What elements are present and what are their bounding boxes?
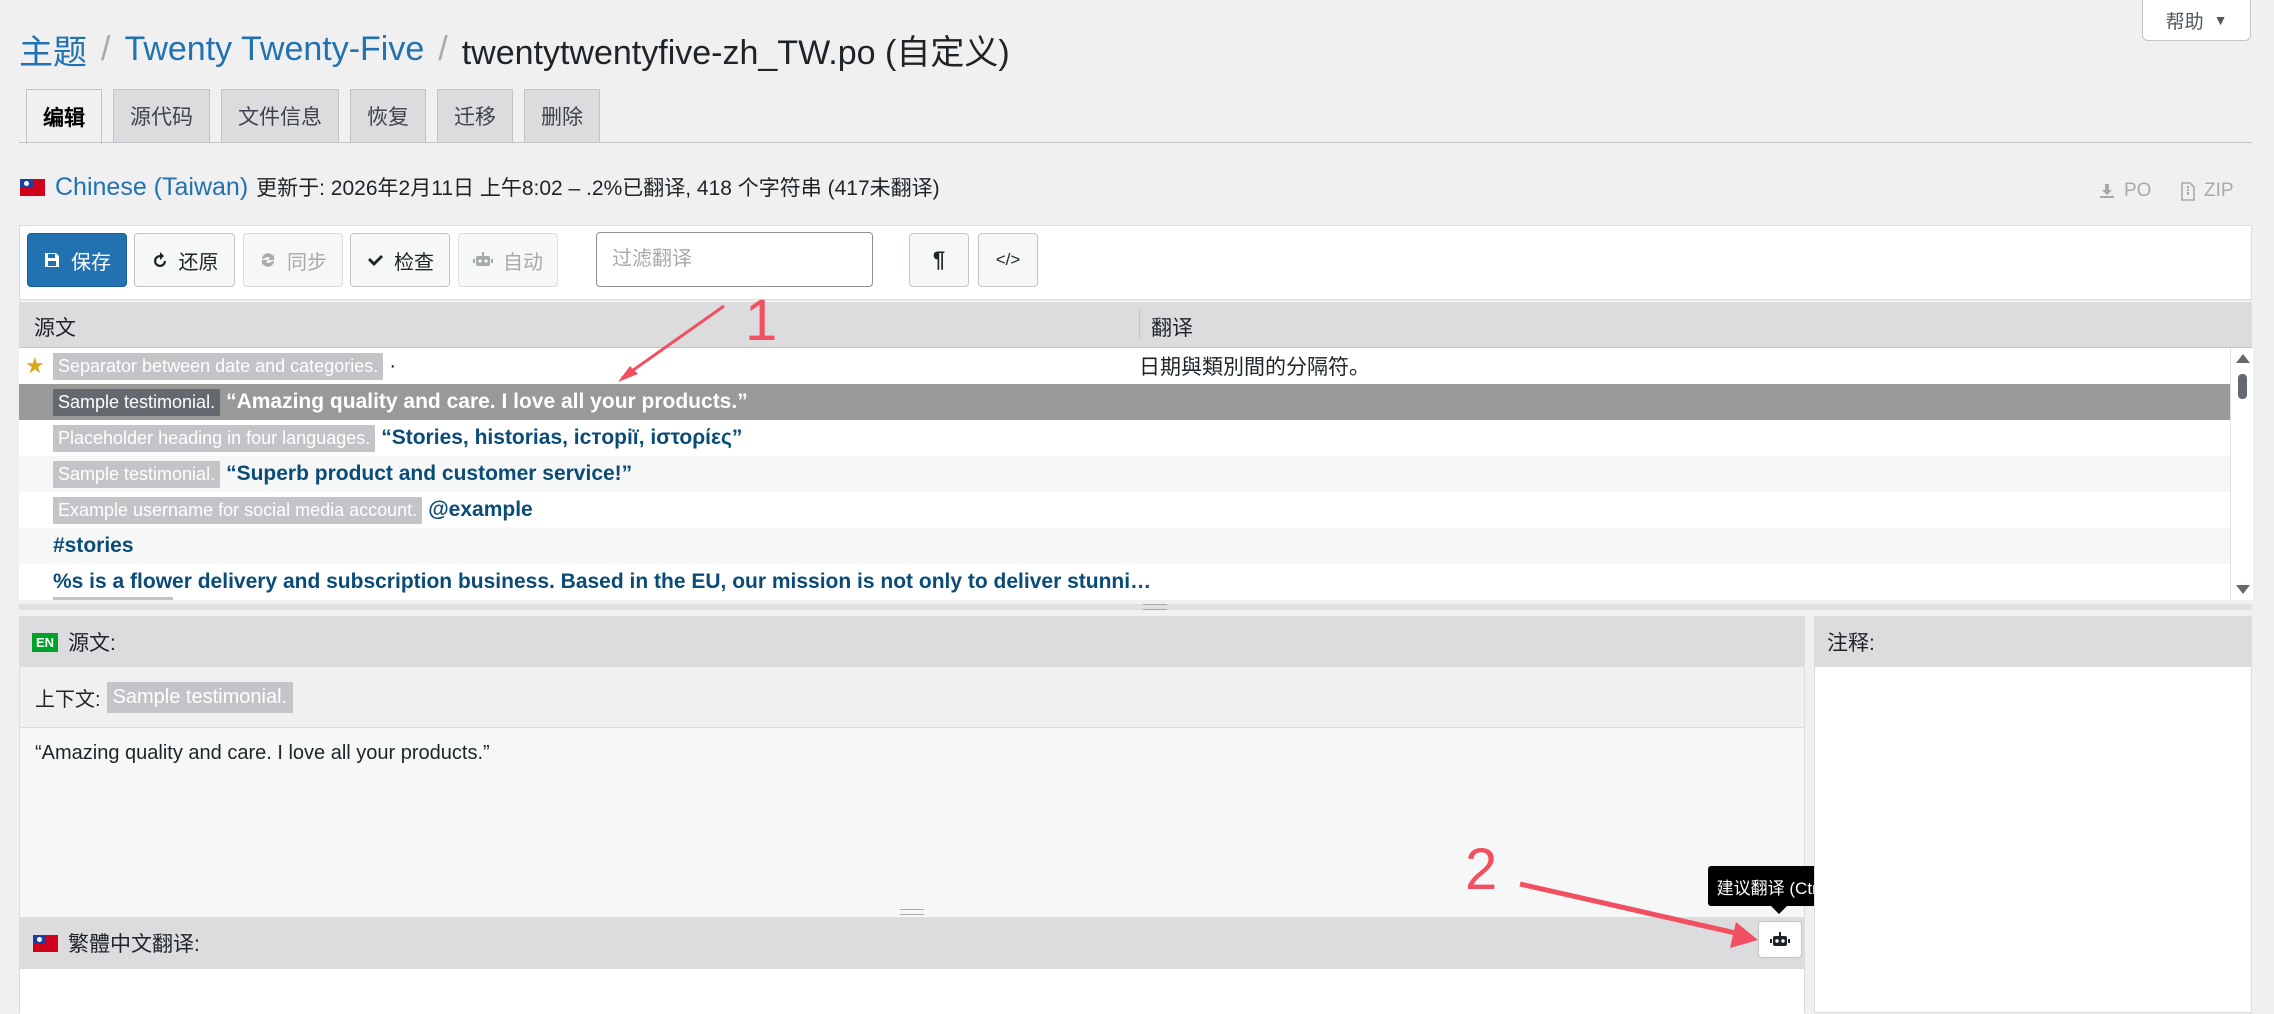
annotation-number-2: 2 — [1465, 837, 1498, 902]
annotation-number-1: 1 — [745, 288, 778, 353]
annotation-overlay — [618, 304, 1758, 948]
annotation-arrowhead-2 — [1730, 922, 1758, 948]
annotation-arrow-1 — [621, 304, 725, 380]
annotation-arrow-2 — [1519, 881, 1741, 937]
